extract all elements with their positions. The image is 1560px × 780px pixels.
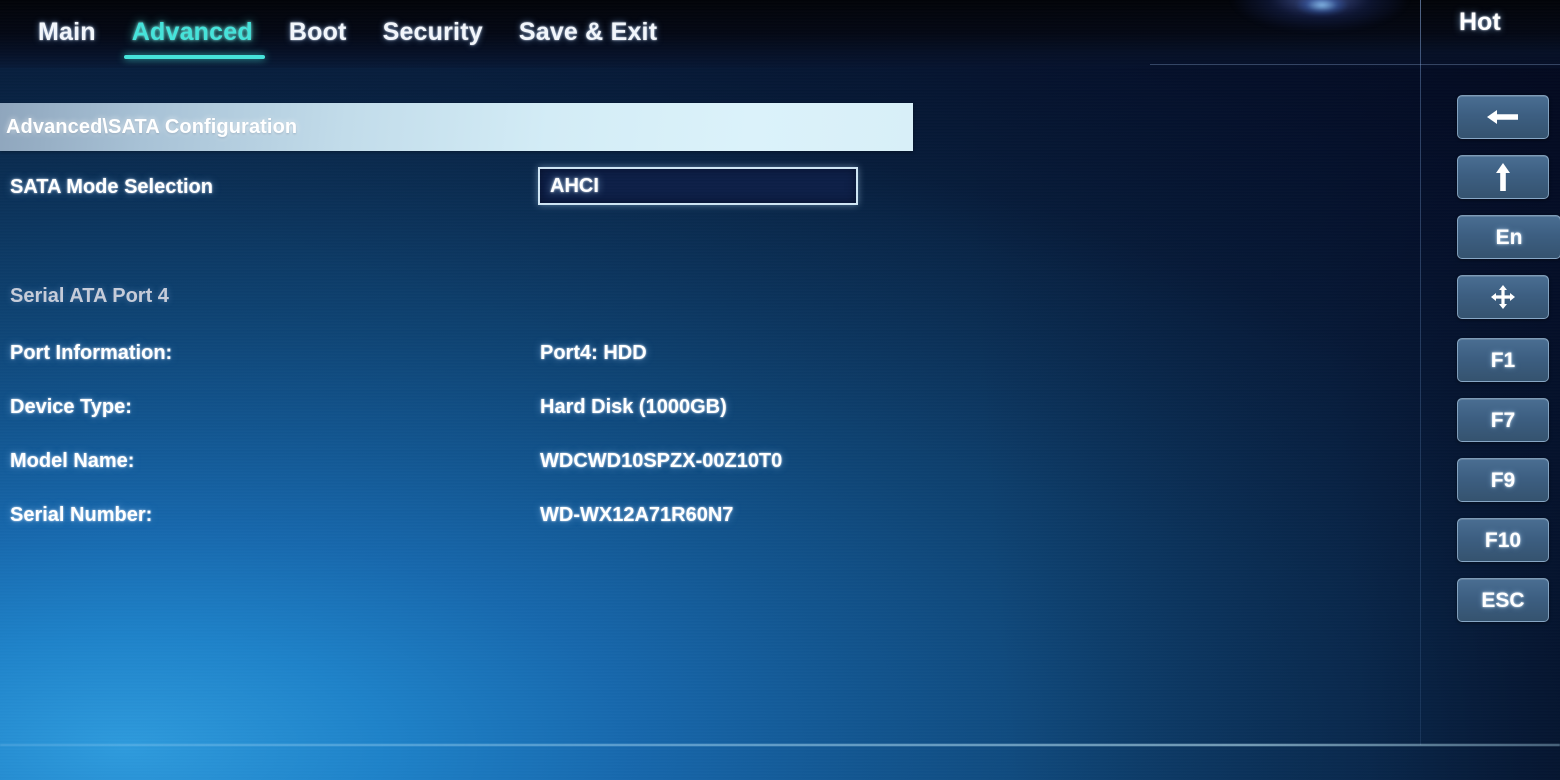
settings-content: SATA Mode Selection Serial ATA Port 4 Po… (0, 0, 1420, 780)
hotkey-arrow-left[interactable] (1457, 95, 1549, 139)
hotkey-arrow-up[interactable] (1457, 155, 1549, 199)
tab-boot[interactable]: Boot (271, 12, 365, 57)
hotkey-f10[interactable]: F10 (1457, 518, 1549, 562)
f10-key-icon: F10 (1484, 528, 1522, 552)
port-information-value: Port4: HDD (540, 341, 647, 364)
hotkey-esc[interactable]: ESC (1457, 578, 1549, 622)
enter-key-icon: En (1495, 225, 1523, 249)
hotkey-enter[interactable]: En (1457, 215, 1560, 259)
serial-number-label: Serial Number: (10, 503, 153, 526)
main-menu-bar: Main Advanced Boot Security Save & Exit (0, 0, 1560, 68)
row-sata-mode[interactable]: SATA Mode Selection (0, 170, 1420, 204)
tab-save-exit[interactable]: Save & Exit (501, 12, 675, 57)
hotkey-f9[interactable]: F9 (1457, 458, 1549, 502)
arrow-left-icon (1485, 107, 1521, 127)
device-type-label: Device Type: (10, 395, 132, 418)
esc-key-icon: ESC (1481, 588, 1525, 612)
model-name-value: WDCWD10SPZX-00Z10T0 (540, 449, 783, 472)
f1-key-icon: F1 (1490, 348, 1516, 372)
device-type-value: Hard Disk (1000GB) (540, 395, 727, 418)
port-information-label: Port Information: (10, 341, 173, 364)
serial-number-value: WD-WX12A71R60N7 (540, 503, 734, 526)
row-device-type: Device Type: Hard Disk (1000GB) (0, 392, 1420, 422)
move-arrows-icon (1490, 284, 1516, 310)
tab-security[interactable]: Security (365, 12, 501, 57)
f7-key-icon: F7 (1490, 408, 1516, 432)
row-serial-number: Serial Number: WD-WX12A71R60N7 (0, 500, 1420, 530)
bios-setup-screen: Main Advanced Boot Security Save & Exit … (0, 0, 1560, 780)
hotkey-f7[interactable]: F7 (1457, 398, 1549, 442)
model-name-label: Model Name: (10, 449, 135, 472)
arrow-up-icon (1493, 161, 1513, 193)
section-heading-serial-ata-port: Serial ATA Port 4 (10, 285, 169, 307)
hotkeys-panel: Hot En F1 F7 F9 F10 ESC (1421, 0, 1560, 780)
row-model-name: Model Name: WDCWD10SPZX-00Z10T0 (0, 446, 1420, 476)
hotkey-move-arrows[interactable] (1457, 275, 1549, 319)
sata-mode-label: SATA Mode Selection (10, 175, 213, 198)
tab-advanced[interactable]: Advanced (114, 12, 271, 59)
row-port-information: Port Information: Port4: HDD (0, 338, 1420, 368)
hotkey-f1[interactable]: F1 (1457, 338, 1549, 382)
tab-main[interactable]: Main (20, 12, 114, 57)
f9-key-icon: F9 (1490, 468, 1516, 492)
